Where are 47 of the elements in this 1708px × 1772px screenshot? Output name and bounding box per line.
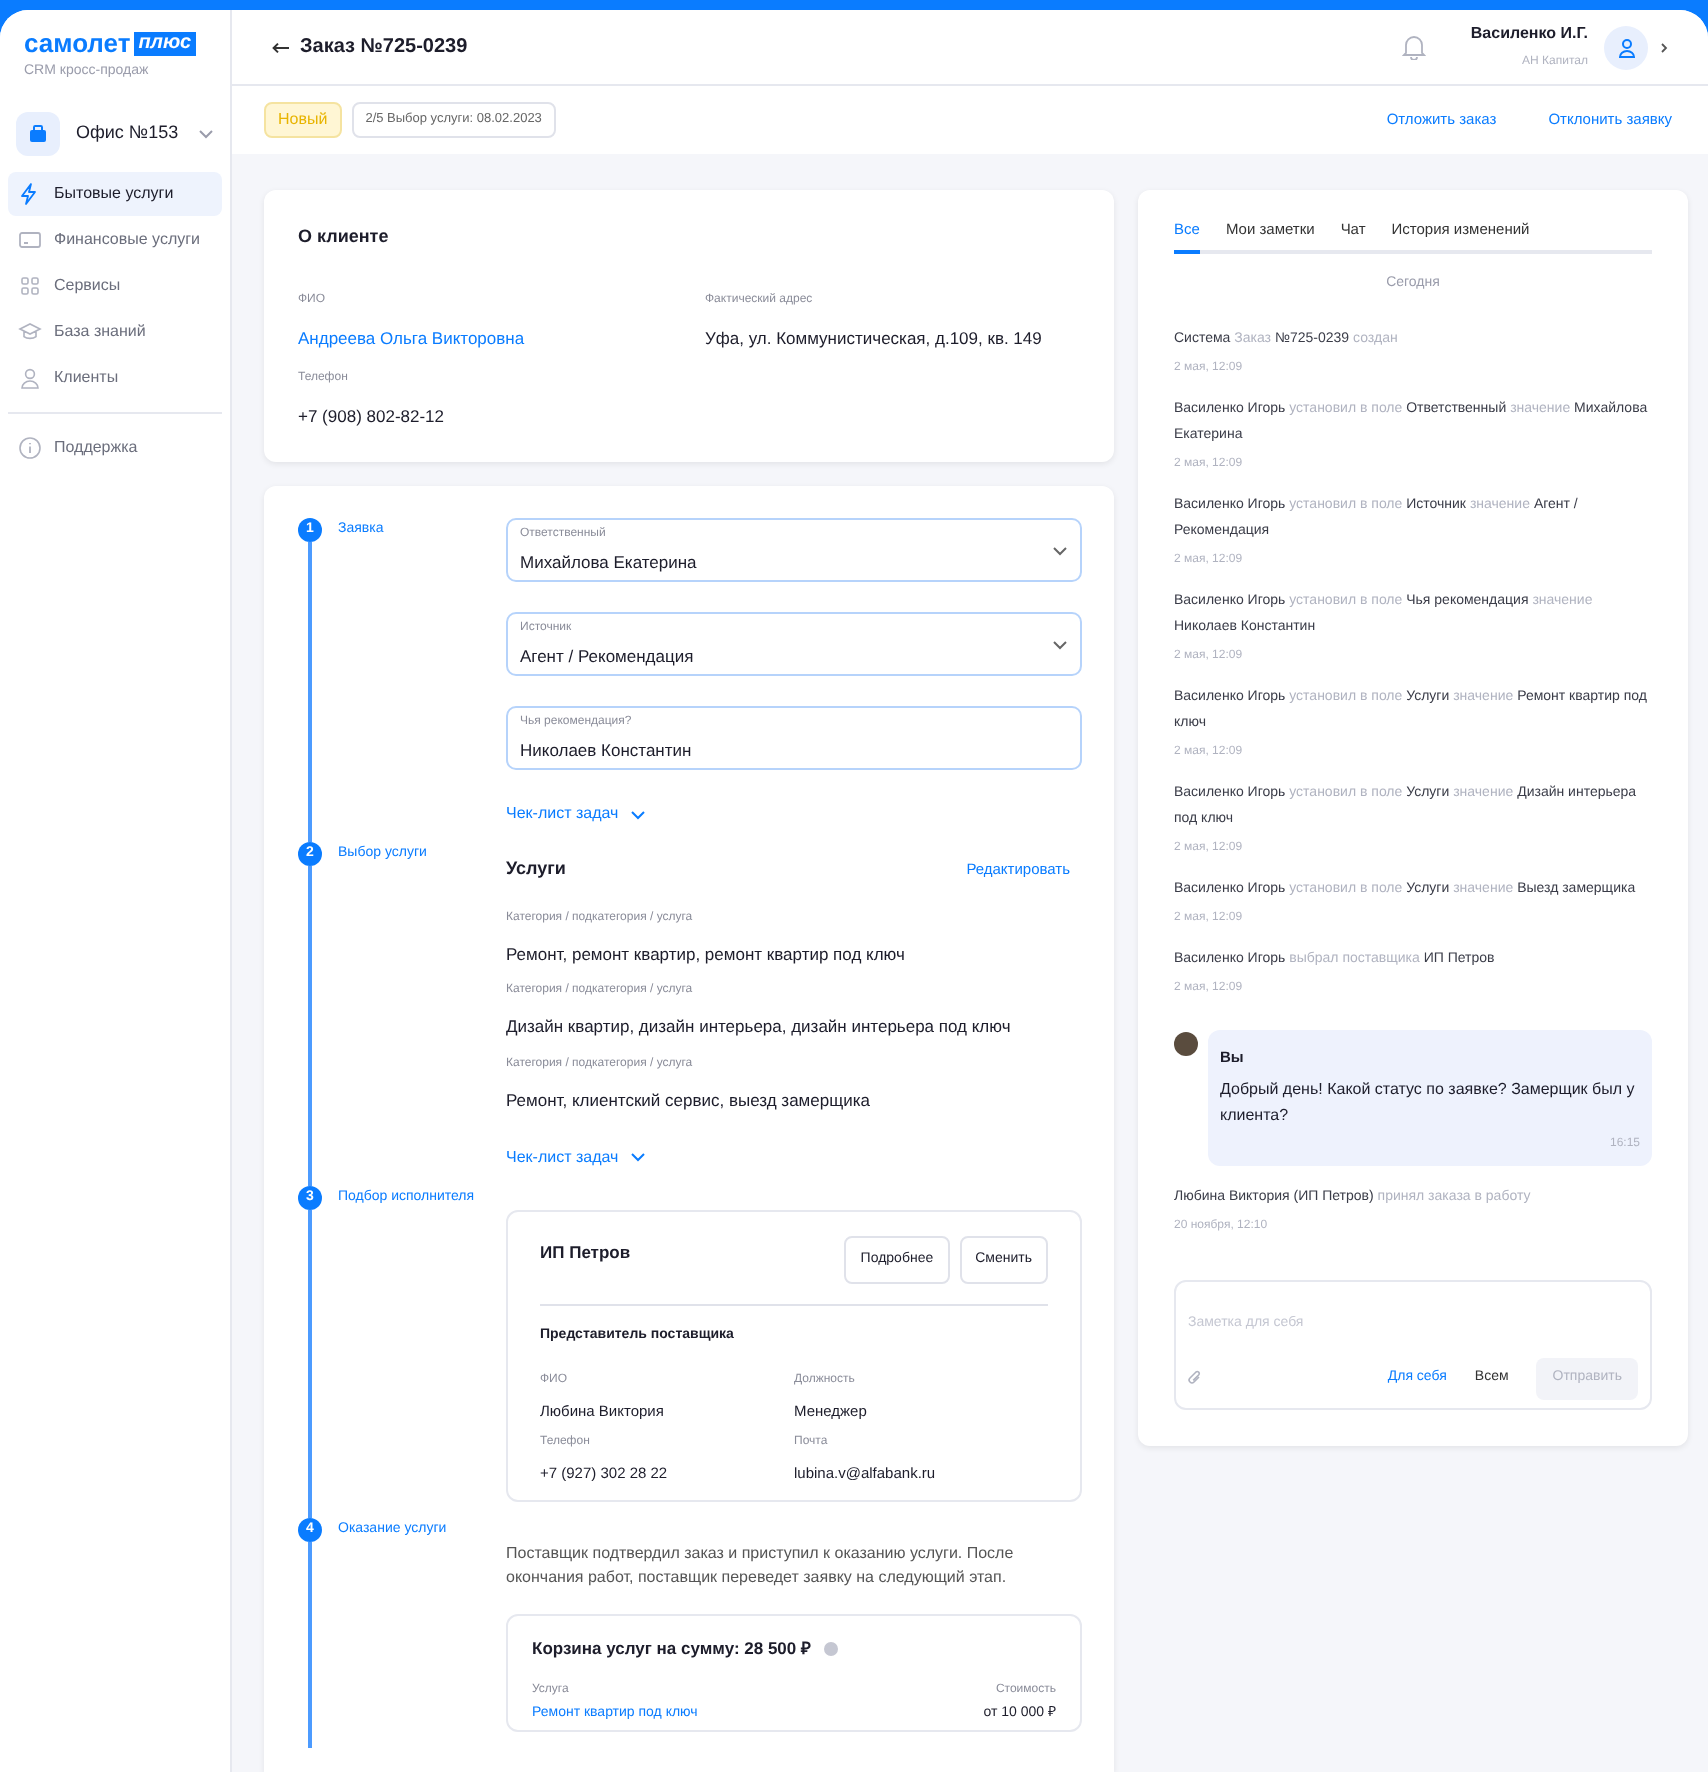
chevron-down-icon <box>1052 545 1068 555</box>
field-value: +7 (908) 802-82-12 <box>298 404 447 430</box>
sidebar-item[interactable]: База знаний <box>8 309 222 353</box>
chevron-right-icon[interactable] <box>1660 41 1668 53</box>
back-arrow-icon[interactable] <box>272 41 290 53</box>
chevron-down-icon <box>198 127 214 139</box>
info-icon <box>18 435 42 459</box>
sidebar-item[interactable]: Клиенты <box>8 355 222 399</box>
checklist-toggle[interactable]: Чек-лист задач <box>506 802 647 826</box>
chevron-down-icon <box>630 1152 647 1163</box>
sidebar-item[interactable]: Поддержка <box>8 425 222 469</box>
field-value: Уфа, ул. Коммунистическая, д.109, кв. 149 <box>705 325 1044 351</box>
field-value: Николаев Константин <box>520 737 694 763</box>
logo-badge: плюс <box>134 31 196 55</box>
basket-title: Корзина услуг на сумму: 28 500 ₽ <box>532 1636 811 1662</box>
office-selector[interactable]: Офис №153 <box>8 107 222 159</box>
card-icon <box>18 227 42 251</box>
service-path: Дизайн квартир, дизайн интерьера, дизайн интерьера под ключ <box>506 1014 1013 1040</box>
sidebar-item[interactable]: Финансовые услуги <box>8 217 222 261</box>
user-avatar[interactable] <box>1604 25 1648 69</box>
graduation-cap-icon <box>18 319 42 343</box>
user-icon <box>18 365 42 389</box>
page-title: Заказ №725-0239 <box>300 34 468 62</box>
step-description: Поставщик подтвердил заказ и приступил к оказанию услуги. После окончания работ, поставщик переведет заявку на следующий этап. <box>506 1542 1016 1591</box>
message-text: Добрый день! Какой статус по заявке? Замерщик был у клиента? <box>1220 1078 1637 1128</box>
status-badge: Новый <box>264 102 342 138</box>
office-icon <box>16 111 60 155</box>
chevron-down-icon <box>630 809 647 819</box>
field-value: Михайлова Екатерина <box>520 549 699 575</box>
sidebar-item[interactable]: Бытовые услуги <box>8 171 222 215</box>
chevron-down-icon <box>1052 639 1068 649</box>
logo-text: самолет <box>24 30 131 56</box>
checklist-toggle[interactable]: Чек-лист задач <box>506 1145 647 1170</box>
user-name: Василенко И.Г. <box>1470 22 1588 46</box>
grid-icon <box>18 273 42 297</box>
avatar <box>1174 1031 1198 1056</box>
supplier-name: ИП Петров <box>540 1239 631 1265</box>
service-path: Ремонт, ремонт квартир, ремонт квартир под ключ <box>506 941 907 967</box>
service-path: Ремонт, клиентский сервис, выезд замерщика <box>506 1088 872 1114</box>
paperclip-icon[interactable] <box>1188 1370 1202 1387</box>
client-name-link[interactable]: Андреева Ольга Викторовна <box>298 325 673 351</box>
sidebar-item[interactable]: Сервисы <box>8 263 222 307</box>
card-title: О клиенте <box>298 224 391 250</box>
lightning-icon <box>18 181 42 205</box>
field-value: Агент / Рекомендация <box>520 643 696 669</box>
section-title: Услуги <box>506 856 566 882</box>
bell-icon[interactable] <box>1402 34 1427 60</box>
